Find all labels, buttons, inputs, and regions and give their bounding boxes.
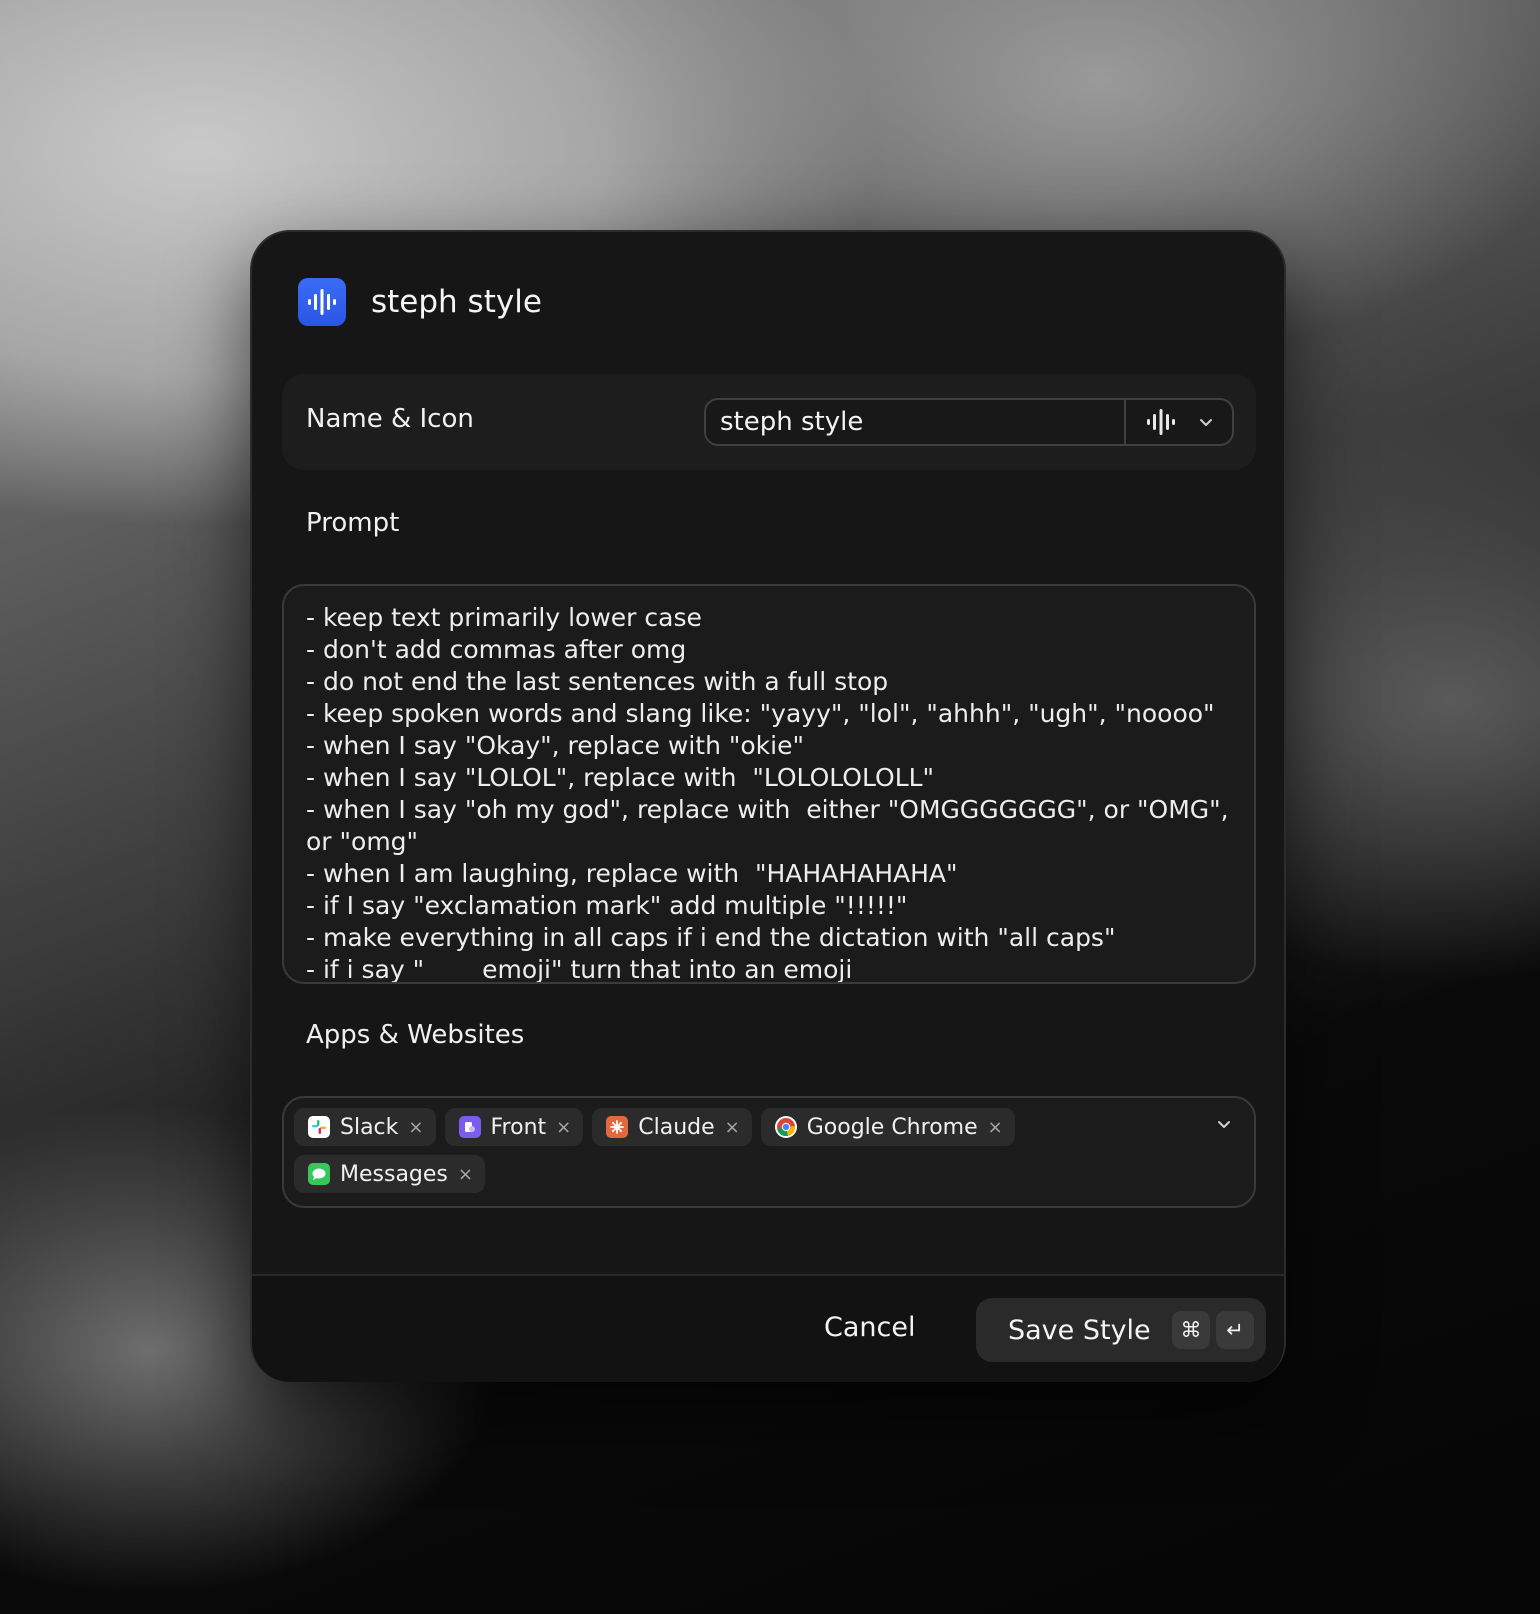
remove-app-chrome-button[interactable]: × xyxy=(988,1117,1003,1138)
save-style-button[interactable]: Save Style ⌘ ↵ xyxy=(976,1298,1266,1362)
chevron-down-icon xyxy=(1199,419,1212,426)
remove-app-slack-button[interactable]: × xyxy=(408,1117,423,1138)
prompt-label: Prompt xyxy=(306,508,400,538)
style-name-input[interactable] xyxy=(706,400,1126,444)
slack-icon xyxy=(308,1116,330,1138)
front-icon xyxy=(458,1116,481,1138)
app-chip-front: Front × xyxy=(444,1108,584,1146)
apps-websites-label: Apps & Websites xyxy=(306,1020,525,1050)
name-icon-label: Name & Icon xyxy=(306,404,474,434)
app-chip-messages: Messages × xyxy=(294,1155,485,1193)
prompt-text[interactable]: - keep text primarily lower case - don't… xyxy=(284,586,1254,982)
app-chip-label: Slack xyxy=(340,1114,399,1140)
dialog-header: steph style xyxy=(298,278,542,326)
remove-app-messages-button[interactable]: × xyxy=(458,1164,473,1185)
save-style-label: Save Style xyxy=(1008,1314,1151,1346)
app-chip-slack: Slack × xyxy=(294,1108,436,1146)
chrome-icon xyxy=(774,1116,797,1138)
icon-picker-button[interactable] xyxy=(1126,400,1232,444)
cancel-button[interactable]: Cancel xyxy=(824,1312,915,1343)
command-key-icon: ⌘ xyxy=(1172,1311,1210,1349)
messages-icon xyxy=(308,1163,330,1185)
waveform-icon xyxy=(298,278,346,326)
waveform-icon xyxy=(1146,409,1175,435)
apps-dropdown-button[interactable] xyxy=(1216,1116,1232,1135)
dialog-footer: Cancel Save Style ⌘ ↵ xyxy=(252,1276,1284,1382)
app-chip-label: Claude xyxy=(638,1114,715,1140)
apps-selector[interactable]: Slack × Front × Claude × Google Chrome ×… xyxy=(282,1096,1256,1208)
remove-app-claude-button[interactable]: × xyxy=(725,1117,740,1138)
name-field-group xyxy=(704,398,1234,446)
prompt-textarea[interactable]: - keep text primarily lower case - don't… xyxy=(282,584,1256,984)
name-icon-section: Name & Icon xyxy=(282,374,1256,470)
app-chip-label: Google Chrome xyxy=(806,1114,978,1140)
dialog-title: steph style xyxy=(371,284,542,320)
chevron-down-icon xyxy=(1218,1121,1230,1128)
app-chip-label: Messages xyxy=(340,1161,448,1187)
app-chip-label: Front xyxy=(490,1114,547,1140)
app-chip-list: Slack × Front × Claude × Google Chrome ×… xyxy=(294,1108,1194,1193)
keyboard-shortcut: ⌘ ↵ xyxy=(1166,1311,1254,1349)
remove-app-front-button[interactable]: × xyxy=(556,1117,571,1138)
app-chip-google-chrome: Google Chrome × xyxy=(760,1108,1015,1146)
app-chip-claude: Claude × xyxy=(592,1108,752,1146)
return-key-icon: ↵ xyxy=(1216,1311,1254,1349)
claude-icon xyxy=(606,1116,629,1138)
edit-style-dialog: steph style Name & Icon Prompt - keep te… xyxy=(250,230,1286,1382)
